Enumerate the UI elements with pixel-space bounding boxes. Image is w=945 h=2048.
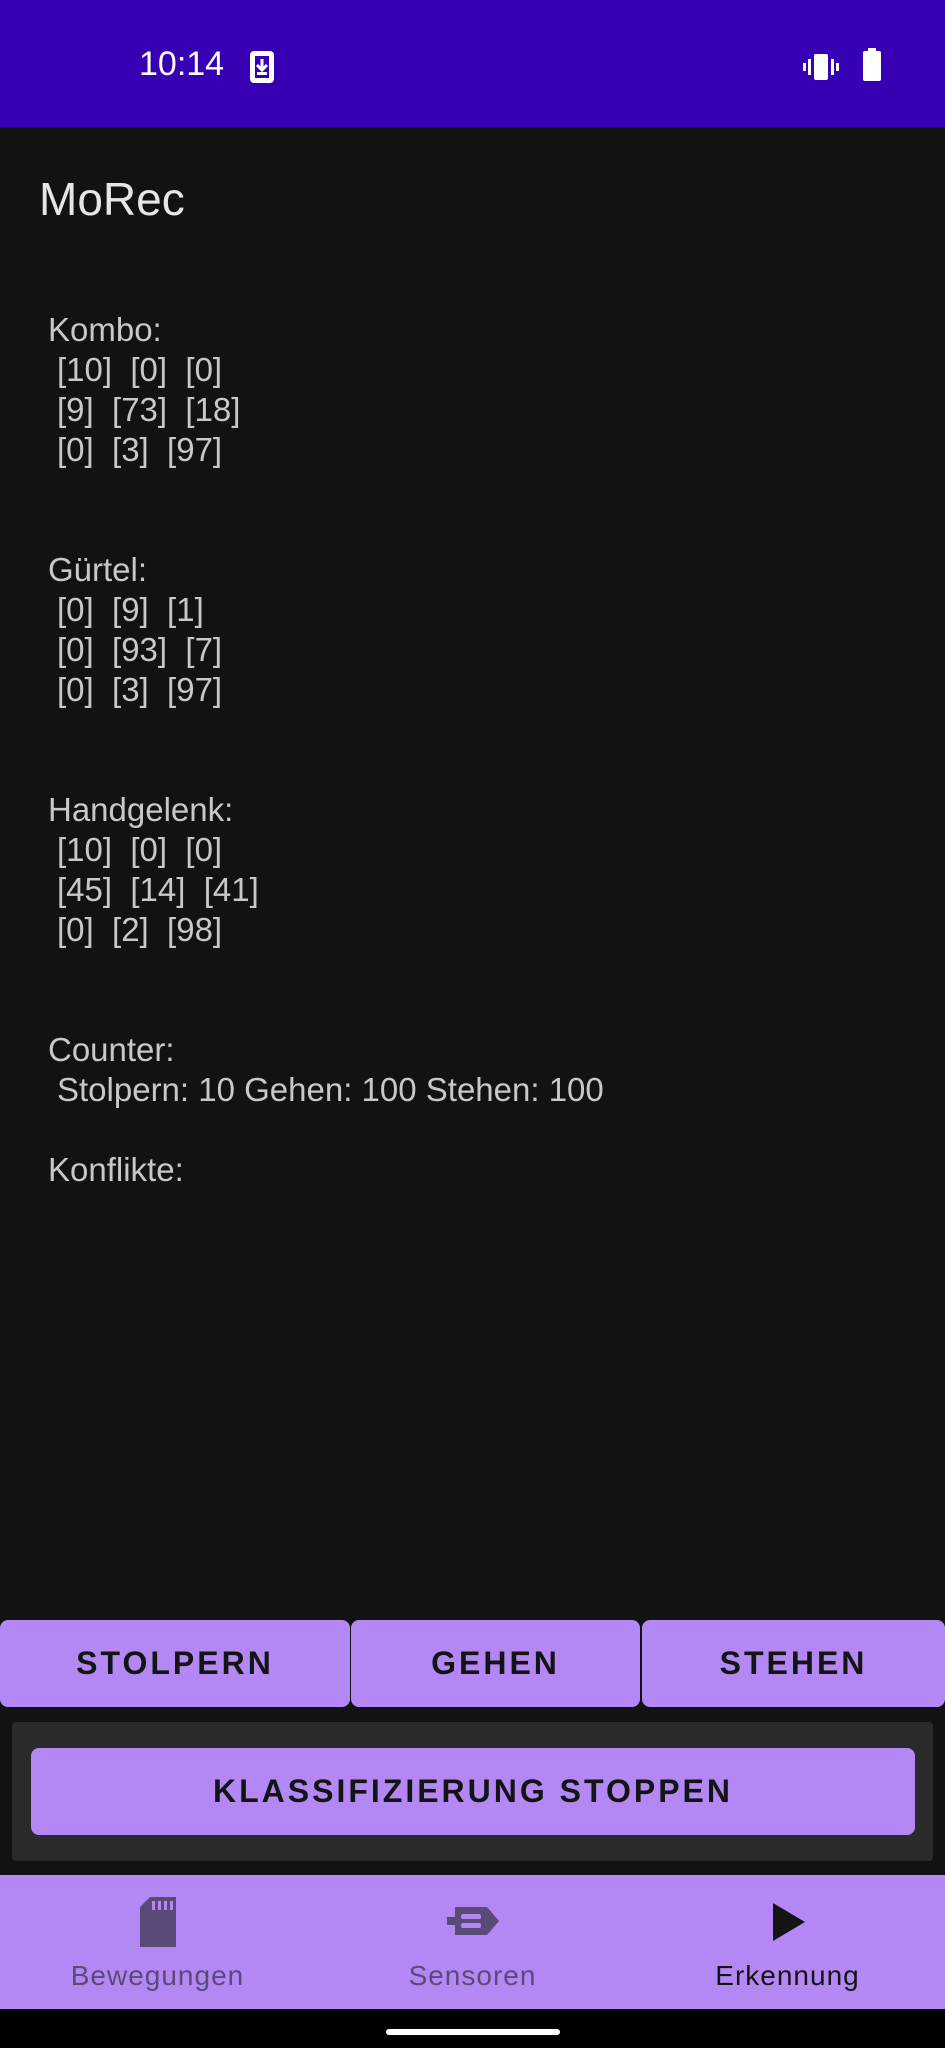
guertel-label: Gürtel: (48, 551, 148, 588)
counter-value: Stolpern: 10 Gehen: 100 Stehen: 100 (57, 1071, 604, 1108)
class-button-row: STOLPERN GEHEN STEHEN (0, 1620, 945, 1708)
status-bar: 10:14 (0, 0, 945, 127)
battery-icon (862, 48, 882, 87)
app-bar: MoRec (0, 127, 945, 267)
nav-item-bewegungen[interactable]: Bewegungen (0, 1875, 315, 2009)
nav-label: Erkennung (715, 1960, 860, 1991)
nav-label: Sensoren (408, 1960, 537, 1991)
kombo-row: [9] [73] [18] (57, 391, 241, 428)
stolpern-button[interactable]: STOLPERN (0, 1620, 350, 1707)
handgelenk-section: Handgelenk: [10] [0] [0] [45] [14] [41] … (48, 790, 928, 950)
handgelenk-row: [45] [14] [41] (57, 871, 259, 908)
counter-section: Counter: Stolpern: 10 Gehen: 100 Stehen:… (48, 1030, 928, 1110)
guertel-row: [0] [93] [7] (57, 631, 223, 668)
gesture-area (0, 2009, 945, 2048)
nav-item-sensoren[interactable]: Sensoren (315, 1875, 630, 2009)
guertel-row: [0] [9] [1] (57, 591, 204, 628)
kombo-row: [10] [0] [0] (57, 351, 223, 388)
home-indicator[interactable] (386, 2029, 560, 2035)
konflikte-section: Konflikte: (48, 1150, 928, 1190)
app-title: MoRec (39, 173, 185, 225)
stop-classification-button[interactable]: KLASSIFIZIERUNG STOPPEN (31, 1748, 915, 1835)
guertel-row: [0] [3] [97] (57, 671, 223, 708)
play-icon (771, 1903, 805, 1946)
download-icon (248, 50, 276, 89)
nav-label: Bewegungen (70, 1960, 245, 1991)
handgelenk-label: Handgelenk: (48, 791, 234, 828)
sd-card-icon (139, 1897, 176, 1952)
results-panel: Kombo: [10] [0] [0] [9] [73] [18] [0] [3… (48, 310, 928, 1190)
kombo-label: Kombo: (48, 311, 162, 348)
konflikte-label: Konflikte: (48, 1151, 184, 1188)
handgelenk-row: [10] [0] [0] (57, 831, 223, 868)
nav-item-erkennung[interactable]: Erkennung (630, 1875, 945, 2009)
gehen-button[interactable]: GEHEN (351, 1620, 640, 1707)
vibrate-icon (803, 52, 839, 87)
status-time: 10:14 (139, 45, 225, 83)
guertel-section: Gürtel: [0] [9] [1] [0] [93] [7] [0] [3]… (48, 550, 928, 710)
sensor-icon (446, 1903, 499, 1944)
kombo-section: Kombo: [10] [0] [0] [9] [73] [18] [0] [3… (48, 310, 928, 470)
kombo-row: [0] [3] [97] (57, 431, 223, 468)
counter-label: Counter: (48, 1031, 175, 1068)
stehen-button[interactable]: STEHEN (642, 1620, 945, 1707)
bottom-navigation: Bewegungen Sensoren Erkennung (0, 1875, 945, 2009)
handgelenk-row: [0] [2] [98] (57, 911, 223, 948)
control-panel: KLASSIFIZIERUNG STOPPEN (12, 1722, 933, 1861)
